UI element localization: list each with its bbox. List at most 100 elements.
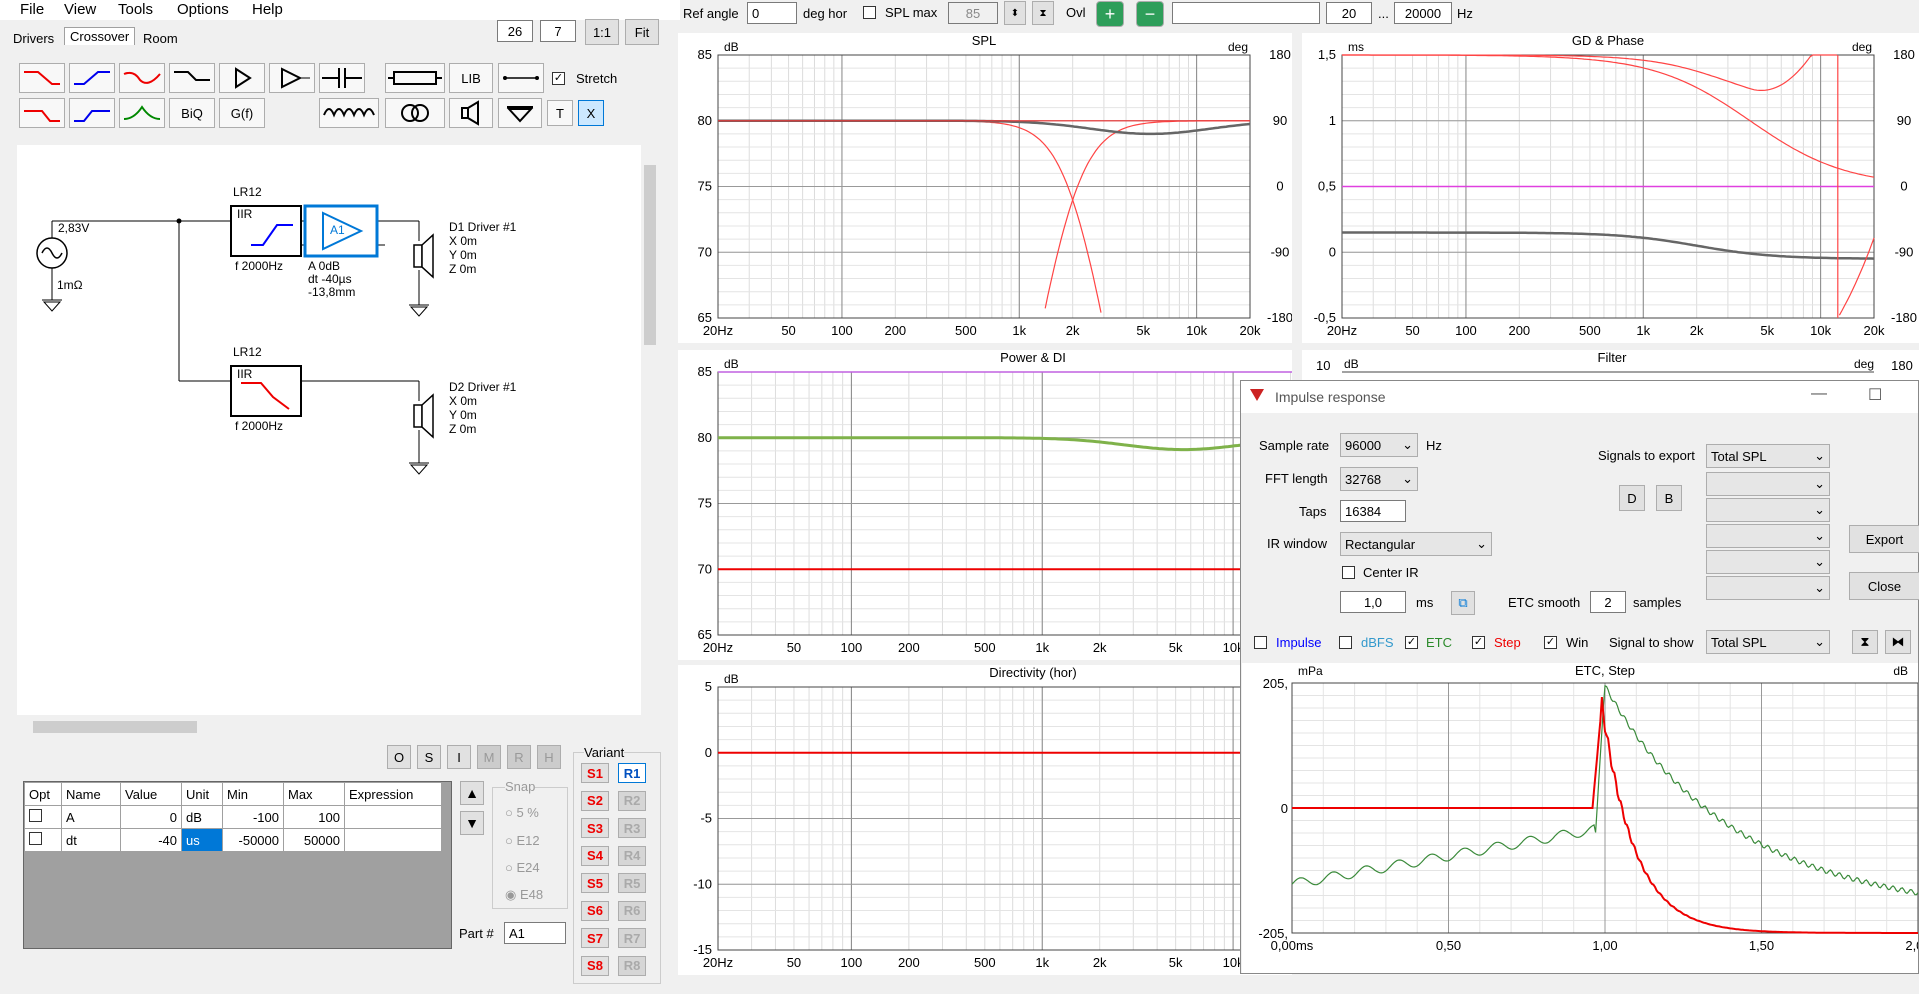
freq-min-field[interactable]: 20: [1326, 2, 1372, 24]
variant-r3-button[interactable]: R3: [618, 818, 646, 838]
cell-min[interactable]: -50000: [222, 828, 284, 852]
window-ms-field[interactable]: 1,0: [1340, 591, 1406, 613]
zoom-b-field[interactable]: 7: [540, 20, 576, 42]
variant-r8-button[interactable]: R8: [618, 955, 646, 976]
cell-value[interactable]: -40: [120, 828, 182, 852]
snap-5pct[interactable]: ○ 5 %: [505, 805, 539, 820]
speaker-tool[interactable]: [449, 98, 493, 128]
spl-max-checkbox[interactable]: [863, 6, 876, 19]
table-row[interactable]: dt -40 us -50000 50000: [24, 828, 442, 852]
highpass-blue-tool[interactable]: [69, 63, 115, 93]
resistor-tool[interactable]: [385, 63, 445, 93]
cell-unit[interactable]: us: [181, 828, 223, 852]
etc-step-chart[interactable]: ETC, StepmPa dB205,0-205,0,00ms 0,50 1,00 1,…: [1242, 663, 1918, 973]
variant-s3-button[interactable]: S3: [581, 818, 609, 838]
x-button[interactable]: X: [578, 100, 604, 126]
cell-max[interactable]: 50000: [283, 828, 345, 852]
i-button[interactable]: I: [447, 745, 471, 769]
etc-checkbox[interactable]: ✓: [1405, 636, 1418, 649]
variant-r7-button[interactable]: R7: [618, 928, 646, 948]
lowpass-red-tool[interactable]: [19, 98, 65, 128]
variant-r6-button[interactable]: R6: [618, 900, 646, 921]
inductor-tool[interactable]: [319, 98, 379, 128]
cell-expression[interactable]: [344, 805, 442, 829]
peak-green-tool[interactable]: [119, 98, 165, 128]
search-field[interactable]: [1172, 2, 1320, 24]
ref-angle-field[interactable]: 0: [747, 2, 797, 24]
menu-view[interactable]: View: [64, 1, 96, 18]
table-row[interactable]: A 0 dB -100 100: [24, 805, 442, 829]
variant-s7-button[interactable]: S7: [581, 928, 609, 948]
snap-e48[interactable]: ◉ E48: [505, 887, 543, 903]
highpass2-blue-tool[interactable]: [69, 98, 115, 128]
taps-field[interactable]: 16384: [1340, 500, 1406, 522]
schematic-hscroll[interactable]: [17, 718, 641, 736]
gd-phase-chart[interactable]: GD & Phasems deg1,510,50-0,5180900-90-180…: [1302, 33, 1919, 343]
win-checkbox[interactable]: ✓: [1544, 636, 1557, 649]
variant-s4-button[interactable]: S4: [581, 845, 609, 866]
signals-export-select-3[interactable]: ⌄: [1706, 498, 1830, 522]
transformer-tool[interactable]: [385, 98, 445, 128]
wire-tool[interactable]: [498, 63, 544, 93]
cell-max[interactable]: 100: [283, 805, 345, 829]
opt-checkbox-a[interactable]: [24, 805, 62, 829]
zoom-a-field[interactable]: 26: [497, 20, 533, 42]
schematic-vscroll[interactable]: [641, 145, 659, 715]
etc-smooth-field[interactable]: 2: [1590, 591, 1626, 613]
menu-tools[interactable]: Tools: [118, 1, 153, 18]
close-button[interactable]: Close: [1849, 572, 1919, 600]
signals-export-select-5[interactable]: ⌄: [1706, 550, 1830, 574]
fft-length-select[interactable]: 32768 ⌄: [1340, 467, 1418, 491]
center-ir-checkbox[interactable]: [1342, 566, 1355, 579]
tab-room[interactable]: Room: [143, 31, 178, 46]
d-button[interactable]: D: [1619, 485, 1645, 511]
menu-file[interactable]: File: [20, 1, 44, 18]
capacitor-tool[interactable]: [319, 63, 365, 93]
step-checkbox[interactable]: ✓: [1472, 636, 1485, 649]
snap-e12[interactable]: ○ E12: [505, 833, 540, 848]
cell-name[interactable]: A: [61, 805, 121, 829]
dialog-titlebar[interactable]: Impulse response — ☐: [1241, 381, 1918, 413]
b-button[interactable]: B: [1656, 485, 1682, 511]
cell-name[interactable]: dt: [61, 828, 121, 852]
menu-options[interactable]: Options: [177, 1, 229, 18]
lib-button[interactable]: LIB: [449, 63, 493, 93]
opt-checkbox-dt[interactable]: [24, 828, 62, 852]
zoom-out-button[interactable]: −: [1136, 1, 1164, 27]
signals-export-select-2[interactable]: ⌄: [1706, 472, 1830, 496]
hscroll-thumb[interactable]: [33, 721, 197, 733]
h-button[interactable]: H: [537, 745, 561, 769]
highpass-red-tool[interactable]: [19, 63, 65, 93]
move-down-button[interactable]: ▼: [460, 811, 484, 835]
variant-r2-button[interactable]: R2: [618, 790, 646, 811]
impulse-checkbox[interactable]: [1254, 636, 1267, 649]
minimize-icon[interactable]: —: [1811, 385, 1827, 403]
signals-export-select-6[interactable]: ⌄: [1706, 576, 1830, 600]
cell-min[interactable]: -100: [222, 805, 284, 829]
tab-crossover[interactable]: Crossover: [64, 27, 136, 45]
cell-value[interactable]: 0: [120, 805, 182, 829]
menu-help[interactable]: Help: [252, 1, 283, 18]
spl-chart[interactable]: SPLdB deg8580757065180900-90-18020Hz 50 100…: [678, 33, 1292, 343]
dbfs-checkbox[interactable]: [1339, 636, 1352, 649]
r-button[interactable]: R: [507, 745, 531, 769]
buffer-tool[interactable]: [219, 63, 265, 93]
variant-r4-button[interactable]: R4: [618, 845, 646, 866]
notch-red-tool[interactable]: [119, 63, 165, 93]
ground-tool[interactable]: [498, 98, 542, 128]
spl-fit-button[interactable]: ⧗: [1032, 1, 1054, 25]
variant-r5-button[interactable]: R5: [618, 873, 646, 893]
schematic-canvas[interactable]: 2,83V 1mΩ LR12 IIR f 2000Hz A1 A 0dB dt …: [17, 145, 659, 715]
zoom-in-button[interactable]: +: [1096, 1, 1124, 27]
export-button[interactable]: Export: [1849, 525, 1919, 553]
vscroll-thumb[interactable]: [644, 165, 656, 345]
tab-drivers[interactable]: Drivers: [13, 31, 54, 46]
gf-button[interactable]: G(f): [219, 98, 265, 128]
sample-rate-select[interactable]: 96000 ⌄: [1340, 433, 1418, 457]
shelf-tool[interactable]: [169, 63, 215, 93]
shrink-button[interactable]: ⧗: [1852, 630, 1878, 654]
move-up-button[interactable]: ▲: [460, 781, 484, 805]
variant-r1-button[interactable]: R1: [618, 763, 646, 783]
text-button[interactable]: T: [547, 100, 573, 126]
m-button[interactable]: M: [477, 745, 501, 769]
